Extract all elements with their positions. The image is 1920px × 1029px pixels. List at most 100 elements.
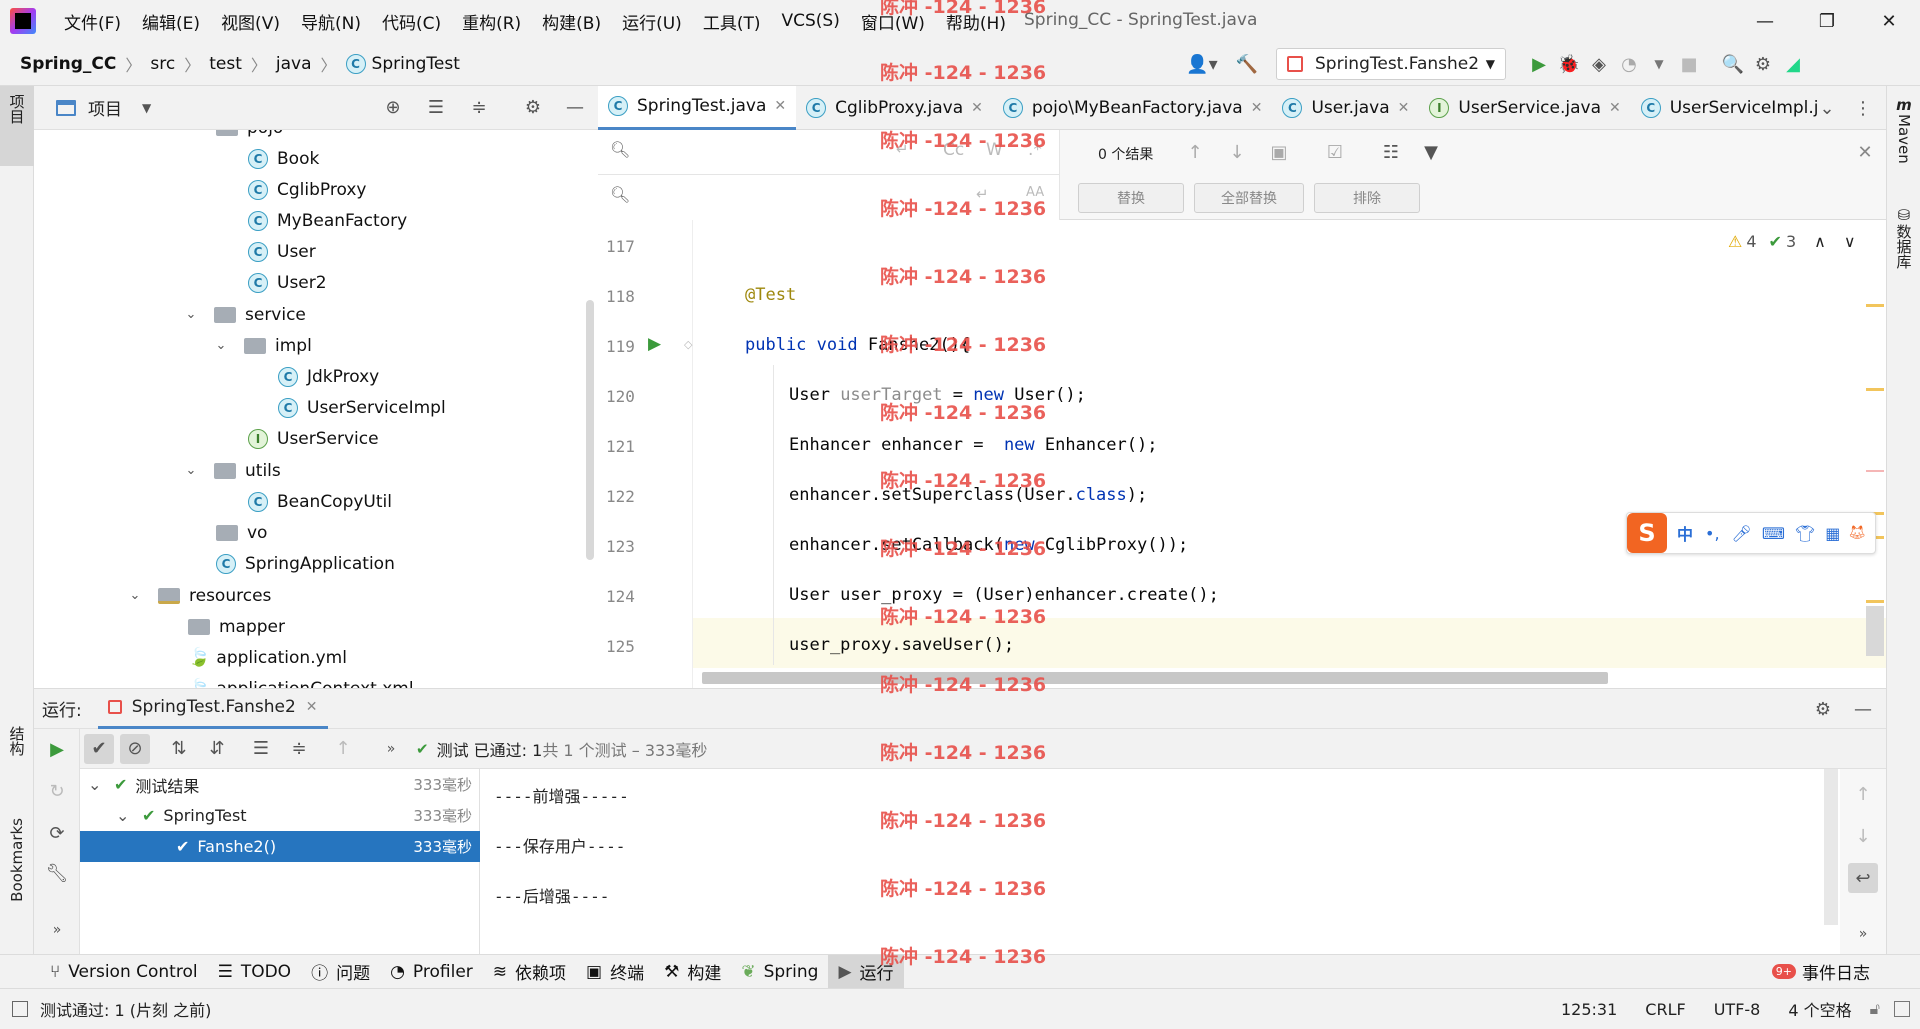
chinese-mode-icon[interactable]: 中 — [1677, 521, 1693, 545]
replace-all-button[interactable]: 全部替换 — [1194, 183, 1304, 213]
tree-item-application-yml[interactable]: 🍃 application.yml — [188, 642, 347, 673]
tab-userservice[interactable]: I UserService.java ✕ — [1419, 86, 1630, 130]
locate-icon[interactable]: ⊕ — [378, 93, 408, 123]
chevron-down-icon[interactable]: ⌄ — [128, 588, 142, 603]
more-side-icon[interactable]: » — [42, 915, 72, 945]
rerun-icon[interactable]: ▶ — [42, 734, 72, 764]
coverage-icon[interactable]: ◈ — [1584, 49, 1614, 79]
tree-item-userserviceimpl[interactable]: C UserServiceImpl — [278, 392, 446, 423]
scroll-up-icon[interactable]: ↑ — [1848, 779, 1878, 809]
mascot-icon[interactable]: 🦊︎ — [1848, 525, 1866, 541]
menu-file[interactable]: 文件(F) — [64, 9, 121, 34]
tree-item-vo[interactable]: vo — [216, 517, 267, 548]
tree-item-user2[interactable]: C User2 — [248, 267, 327, 298]
tab-profiler[interactable]: ◔ Profiler — [380, 955, 483, 989]
tab-build[interactable]: ⚒ 构建 — [654, 955, 731, 989]
previous-highlight-icon[interactable]: ∧ — [1814, 232, 1826, 251]
chevron-down-icon[interactable]: ⌄ — [184, 463, 198, 478]
tab-mybeanfactory[interactable]: Cpojo\MyBeanFactory.java ✕ — [993, 86, 1273, 130]
project-tool-tab[interactable]: 项目 — [0, 86, 34, 166]
chevron-down-icon[interactable]: ⌄ — [184, 307, 198, 322]
panel-settings-gear-icon[interactable]: ⚙ — [518, 93, 548, 123]
match-case-toggle[interactable]: Cc — [943, 140, 964, 160]
menu-code[interactable]: 代码(C) — [382, 9, 441, 34]
search-icon[interactable]: 🔍︎ — [610, 140, 630, 159]
tab-terminal[interactable]: ▣ 终端 — [576, 955, 654, 989]
database-tool-tab[interactable]: ⛁ 数据库 — [1887, 206, 1920, 306]
debug-icon[interactable]: 🐞 — [1554, 49, 1584, 79]
hide-run-panel-icon[interactable]: — — [1848, 694, 1878, 724]
tab-springtest[interactable]: C SpringTest.java ✕ — [598, 85, 797, 130]
maven-tool-tab[interactable]: m Maven — [1887, 86, 1920, 186]
tab-userserviceimpl[interactable]: C UserServiceImpl.j — [1631, 86, 1829, 130]
close-icon[interactable]: ✕ — [1858, 0, 1920, 42]
status-message[interactable]: 测试通过: 1 (片刻 之前) — [40, 997, 211, 1021]
menu-help[interactable]: 帮助(H) — [946, 9, 1006, 34]
regex-toggle[interactable]: .* — [1028, 140, 1042, 160]
test-node-class[interactable]: ⌄ ✔ SpringTest 333毫秒 — [80, 800, 480, 831]
menu-window[interactable]: 窗口(W) — [861, 9, 925, 34]
project-view-selector[interactable]: 项目 — [88, 95, 122, 120]
memory-indicator[interactable] — [1894, 1001, 1910, 1017]
run-config-selector[interactable]: SpringTest.Fanshe2 ▼ — [1276, 48, 1506, 80]
tab-user[interactable]: C User.java ✕ — [1272, 86, 1419, 130]
tree-item-springapplication[interactable]: C SpringApplication — [216, 548, 395, 579]
tab-version-control[interactable]: ⑂ Version Control — [40, 955, 208, 989]
tree-item-service[interactable]: ⌄ service — [184, 299, 306, 330]
tab-event-log[interactable]: 9+ 事件日志 — [1762, 955, 1880, 989]
breadcrumb-project[interactable]: Spring_CC — [20, 54, 116, 74]
whole-words-toggle[interactable]: W — [986, 140, 1003, 160]
previous-failed-icon[interactable]: ↑ — [328, 734, 358, 764]
settings-gear-icon[interactable]: ⚙ — [1748, 49, 1778, 79]
inspection-widget[interactable]: ⚠ 4 ✔ 3 ∧ ∨ — [1728, 232, 1856, 251]
tree-item-book[interactable]: C Book — [248, 143, 319, 174]
tab-todo[interactable]: ☰ TODO — [208, 955, 302, 989]
next-occurrence-icon[interactable]: ↓ — [1222, 137, 1252, 167]
replace-new-line-icon[interactable]: ↵ — [976, 185, 989, 203]
lock-icon[interactable]: 🔓︎ — [1870, 999, 1880, 1019]
breadcrumb-test[interactable]: test — [209, 54, 242, 74]
profile-icon[interactable]: ◔ — [1614, 49, 1644, 79]
horizontal-scrollbar[interactable] — [702, 672, 1608, 684]
tab-dependencies[interactable]: ≋ 依赖项 — [483, 955, 576, 989]
chevron-down-icon[interactable]: ⌄ — [214, 338, 228, 353]
exclude-button[interactable]: 排除 — [1314, 183, 1420, 213]
line-separator[interactable]: CRLF — [1645, 1000, 1685, 1019]
wrench-icon[interactable]: 🔧︎ — [42, 858, 72, 888]
microphone-icon[interactable]: 🎤︎ — [1732, 524, 1752, 543]
status-toggle-icon[interactable] — [12, 1001, 28, 1017]
menu-tools[interactable]: 工具(T) — [703, 9, 761, 34]
find-input[interactable] — [648, 138, 878, 166]
caret-position[interactable]: 125:31 — [1561, 1000, 1617, 1019]
expand-all-icon[interactable]: ☰ — [421, 93, 451, 123]
tab-list-chevron-icon[interactable]: ⌄ — [1812, 93, 1842, 123]
maximize-icon[interactable]: ❐ — [1796, 0, 1858, 42]
next-highlight-icon[interactable]: ∨ — [1844, 232, 1856, 251]
show-passed-toggle[interactable]: ✔ — [84, 733, 114, 764]
user-icon[interactable]: 👤▾ — [1180, 49, 1224, 79]
close-tab-icon[interactable]: ✕ — [1609, 100, 1621, 116]
more-console-icon[interactable]: » — [1848, 919, 1878, 949]
replace-input[interactable] — [648, 183, 878, 211]
console-scrollbar[interactable] — [1824, 769, 1838, 925]
breadcrumb-src[interactable]: src — [150, 54, 175, 74]
sort-alpha-icon[interactable]: ⇅ — [164, 734, 194, 764]
menu-vcs[interactable]: VCS(S) — [781, 11, 839, 31]
tree-item-utils[interactable]: ⌄ utils — [184, 455, 281, 486]
tree-item-jdkproxy[interactable]: C JdkProxy — [278, 361, 379, 392]
new-line-icon[interactable]: ↵ — [896, 140, 909, 158]
tab-problems[interactable]: ⓘ 问题 — [301, 955, 380, 989]
project-tree-scrollbar[interactable] — [586, 300, 594, 560]
add-selection-icon[interactable]: ☑ — [1320, 137, 1350, 167]
ime-toolbar[interactable]: S 中 •, 🎤︎ ⌨ 👕︎ ▦ 🦊︎ — [1626, 512, 1876, 554]
search-icon[interactable]: 🔍 — [1718, 49, 1748, 79]
menu-build[interactable]: 构建(B) — [542, 9, 601, 34]
tree-item-cglibproxy[interactable]: C CglibProxy — [248, 174, 366, 205]
tree-item-pojo[interactable]: pojo — [216, 130, 283, 143]
close-tab-icon[interactable]: ✕ — [971, 100, 983, 116]
console-output[interactable]: ----前增强----- ---保存用户---- ---后增强---- — [480, 769, 1840, 955]
filter-icon[interactable]: ▼ — [1416, 137, 1446, 167]
tab-spring[interactable]: ❦ Spring — [731, 955, 828, 989]
sort-duration-icon[interactable]: ⇵ — [202, 734, 232, 764]
more-run-icon[interactable]: ▼ — [1644, 49, 1674, 79]
